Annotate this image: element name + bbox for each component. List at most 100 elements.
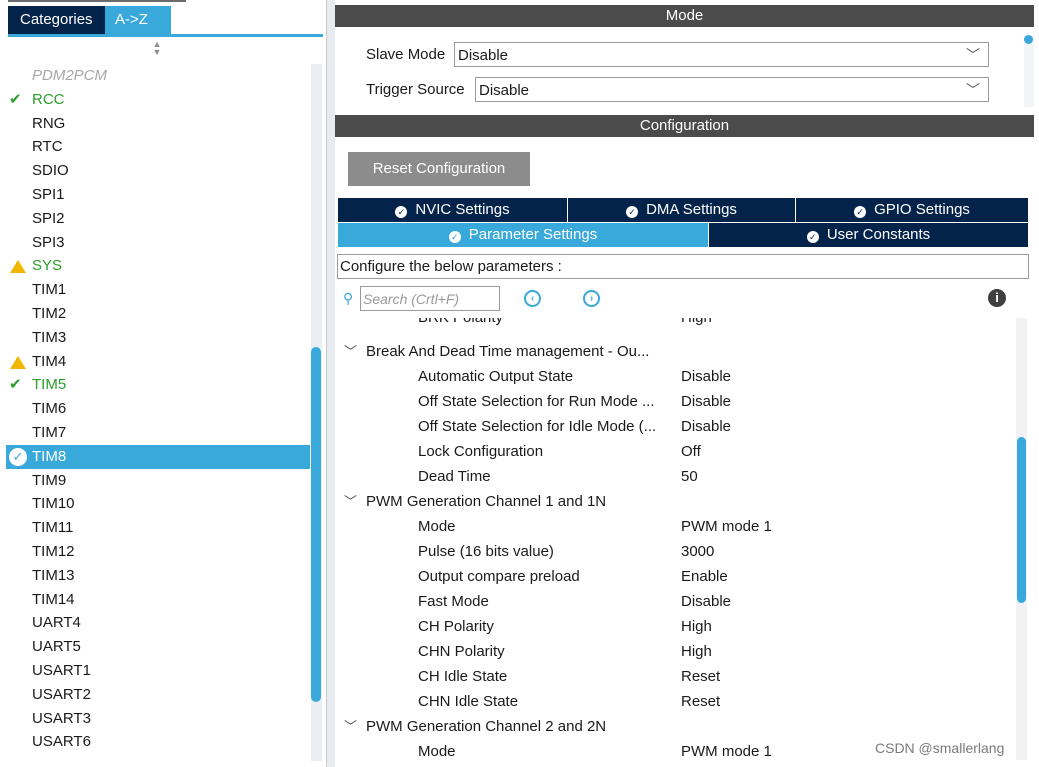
parameter-value[interactable]: High [681, 639, 712, 664]
parameter-name: Automatic Output State [418, 368, 574, 385]
peripheral-label: PDM2PCM [32, 67, 108, 84]
peripheral-item[interactable]: TIM2 [0, 302, 310, 326]
parameter-value[interactable]: Enable [681, 564, 728, 589]
parameter-value[interactable]: PWM mode 1 [681, 739, 772, 760]
peripheral-label: TIM10 [32, 495, 75, 513]
peripheral-item[interactable]: ✔ RCC [0, 88, 310, 112]
parameter-name: BRK Polarity [418, 318, 680, 330]
parameter-scrollbar-thumb[interactable] [1017, 437, 1026, 603]
peripheral-item[interactable]: PDM2PCM [0, 64, 310, 88]
tab-label: DMA Settings [646, 201, 737, 218]
peripheral-item[interactable]: USART3 [0, 707, 310, 731]
parameter-value[interactable]: Disable [681, 414, 731, 439]
peripheral-item[interactable]: TIM6 [0, 397, 310, 421]
tab-gpio-settings[interactable]: ✓ GPIO Settings [796, 198, 1028, 222]
parameter-value[interactable]: High [681, 614, 712, 639]
peripheral-item[interactable]: SDIO [0, 159, 310, 183]
parameter-name: Lock Configuration [418, 443, 544, 460]
peripheral-item[interactable]: TIM3 [0, 326, 310, 350]
peripheral-item[interactable]: UART4 [0, 611, 310, 635]
parameter-value[interactable]: Disable [681, 364, 731, 389]
next-result-icon[interactable]: › [583, 290, 600, 307]
search-input[interactable]: Search (Crtl+F) [360, 286, 500, 311]
peripheral-label: SPI2 [32, 209, 65, 227]
tab-categories[interactable]: Categories [8, 6, 105, 34]
peripheral-item[interactable]: TIM1 [0, 278, 310, 302]
peripheral-item[interactable]: RTC [0, 135, 310, 159]
peripheral-item[interactable]: TIM12 [0, 540, 310, 564]
parameter-name: Off State Selection for Idle Mode (... [418, 418, 657, 435]
parameter-tree: BRK PolarityHigh﹀Break And Dead Time man… [335, 318, 1015, 760]
tab-a-z[interactable]: A->Z [105, 6, 171, 34]
trigger-source-select[interactable]: Disable ﹀ [475, 77, 989, 102]
parameter-name: Mode [418, 743, 456, 760]
parameter-value[interactable]: Disable [681, 389, 731, 414]
parameter-value[interactable]: PWM mode 1 [681, 514, 772, 539]
peripheral-label: USART6 [32, 733, 91, 751]
parameter-value[interactable]: Reset [681, 664, 720, 689]
mode-scrollbar-track[interactable] [1024, 35, 1034, 107]
chevron-down-icon[interactable]: ﹀ [344, 339, 357, 364]
parameter-group-label: Break And Dead Time management - Ou... [366, 343, 650, 360]
right-panel: Mode Slave Mode Disable ﹀ Trigger Source… [335, 0, 1039, 767]
parameter-name: Fast Mode [418, 593, 489, 610]
peripheral-label: TIM9 [32, 471, 67, 489]
info-icon[interactable]: i [988, 289, 1006, 307]
peripheral-item[interactable]: TIM10 [0, 492, 310, 516]
parameter-name: Off State Selection for Run Mode ... [418, 393, 655, 410]
peripheral-label: USART2 [32, 685, 91, 703]
chevron-down-icon[interactable]: ﹀ [344, 714, 357, 739]
mode-header: Mode [335, 5, 1034, 27]
left-panel: Categories A->Z ▲ ▼ PDM2PCM ✔ RCC RNG RTC SDIO… [0, 0, 326, 767]
check-icon: ✔ [9, 90, 22, 108]
peripheral-item[interactable]: ✔ TIM5 [0, 373, 310, 397]
panel-splitter[interactable] [326, 0, 335, 767]
left-scrollbar-thumb[interactable] [311, 347, 321, 702]
parameter-value[interactable]: Disable [681, 589, 731, 614]
peripheral-item[interactable]: USART1 [0, 659, 310, 683]
peripheral-item[interactable]: SYS [0, 254, 310, 278]
tab-nvic-settings[interactable]: ✓ NVIC Settings [338, 198, 567, 222]
peripheral-item[interactable]: USART2 [0, 683, 310, 707]
peripheral-item[interactable]: TIM9 [0, 469, 310, 493]
parameter-name: Mode [418, 518, 456, 535]
parameter-value[interactable]: High [681, 318, 712, 330]
slave-mode-select[interactable]: Disable ﹀ [454, 42, 989, 67]
peripheral-item[interactable]: USART6 [0, 730, 310, 754]
parameter-value[interactable]: 50 [681, 464, 698, 489]
peripheral-label: TIM1 [32, 281, 67, 299]
check-icon: ✔ [9, 376, 22, 394]
slave-mode-value: Disable [458, 47, 509, 64]
tab-dma-settings[interactable]: ✓ DMA Settings [568, 198, 795, 222]
peripheral-item[interactable]: UART5 [0, 635, 310, 659]
parameter-value[interactable]: 3000 [681, 539, 714, 564]
peripheral-label: SYS [32, 257, 63, 275]
peripheral-item[interactable]: TIM4 [0, 350, 310, 374]
tab-parameter-settings[interactable]: ✓ Parameter Settings [338, 223, 708, 247]
tab-top-border [8, 0, 186, 2]
sort-icon[interactable]: ▲ ▼ [150, 40, 164, 57]
peripheral-item[interactable]: RNG [0, 112, 310, 136]
chevron-down-icon: ﹀ [966, 82, 980, 98]
parameter-name: CH Idle State [418, 668, 508, 685]
parameter-value[interactable]: Reset [681, 689, 720, 714]
peripheral-item[interactable]: SPI1 [0, 183, 310, 207]
peripheral-item[interactable]: TIM7 [0, 421, 310, 445]
peripheral-item[interactable]: ✓ TIM8 [6, 444, 310, 469]
peripheral-label: UART5 [32, 638, 81, 656]
watermark: CSDN @smallerlang [875, 740, 1005, 756]
view-tabs: Categories A->Z [8, 6, 171, 34]
peripheral-label: UART4 [32, 614, 81, 632]
peripheral-item[interactable]: SPI2 [0, 207, 310, 231]
reset-configuration-button[interactable]: Reset Configuration [348, 152, 530, 186]
peripheral-item[interactable]: TIM14 [0, 588, 310, 612]
chevron-down-icon[interactable]: ﹀ [344, 489, 357, 514]
peripheral-item[interactable]: TIM13 [0, 564, 310, 588]
tab-user-constants[interactable]: ✓ User Constants [709, 223, 1028, 247]
parameter-value[interactable]: Off [681, 439, 701, 464]
peripheral-item[interactable]: TIM11 [0, 516, 310, 540]
peripheral-label: SDIO [32, 162, 69, 180]
mode-scrollbar-thumb[interactable] [1024, 35, 1033, 44]
previous-result-icon[interactable]: ‹ [524, 290, 541, 307]
peripheral-item[interactable]: SPI3 [0, 231, 310, 255]
